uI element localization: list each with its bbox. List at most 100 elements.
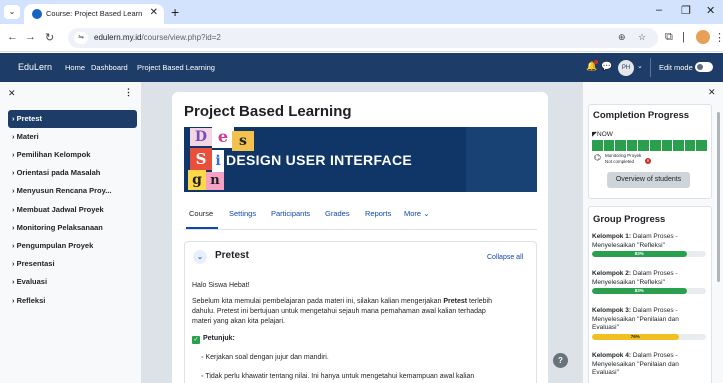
completion-cell[interactable] [649,140,661,151]
group-name: Kelompok 2: [592,270,632,277]
extensions-icon[interactable]: ⧉ [665,31,673,44]
messages-icon[interactable]: 💬 [601,61,612,72]
course-index-more-icon[interactable]: ⋮ [124,87,133,98]
group-progress-bar: 83% [592,251,706,257]
close-window-icon[interactable]: ✕ [706,4,715,17]
banner-torn-paper [466,127,537,192]
overview-of-students-button[interactable]: Overview of students [607,172,690,188]
completion-cell[interactable] [626,140,638,151]
completion-cell[interactable] [592,140,603,151]
url-input[interactable]: ⇋ edulern.my.id/course/view.php?id=2 ⊕ ☆ [68,28,658,48]
browser-tab[interactable]: Course: Project Based Learning ✕ [24,4,164,24]
new-tab-icon[interactable]: + [171,4,179,20]
intro-text-before: Sebelum kita memulai pembelajaran pada m… [192,298,444,305]
course-index-item[interactable]: › Refleksi [8,292,137,310]
zoom-icon[interactable]: ⊕ [618,32,626,43]
course-index-item-label: Monitoring Pelaksanaan [16,223,103,232]
collapse-section-chevron-icon[interactable]: ⌄ [193,250,207,264]
completion-cell[interactable] [603,140,615,151]
tab-search-chevron-icon[interactable]: ⌄ [4,5,20,19]
forward-icon[interactable]: → [25,31,36,43]
tab-settings[interactable]: Settings [229,209,256,218]
course-index-item[interactable]: › Membuat Jadwal Proyek [8,201,137,219]
browser-menu-icon[interactable]: ⋮ [714,31,723,44]
completion-cell[interactable] [638,140,649,151]
group-progress-title: Group Progress [593,214,666,225]
completion-cell[interactable] [696,140,707,151]
group-status-line1: Dalam Proses - [631,307,678,314]
tab-more[interactable]: More ⌄ [404,209,429,218]
group-status-line3: Evaluasi" [592,369,619,376]
group-progress-bar: 83% [592,288,706,294]
completion-cell[interactable] [615,140,626,151]
course-index-item[interactable]: › Monitoring Pelaksanaan [8,219,137,237]
back-icon[interactable]: ← [7,31,18,43]
address-bar: ← → ↻ ⇋ edulern.my.id/course/view.php?id… [0,24,723,52]
close-tab-icon[interactable]: ✕ [150,7,158,18]
completion-cell[interactable] [661,140,673,151]
completion-cells [592,140,707,151]
tab-course[interactable]: Course [189,209,213,218]
tab-more-label: More [404,209,422,218]
bookmark-star-icon[interactable]: ☆ [638,32,646,43]
nav-dashboard[interactable]: Dashboard [91,63,128,72]
site-navbar: EduLern Home Dashboard Project Based Lea… [0,53,723,82]
completion-cell[interactable] [673,140,684,151]
not-completed-icon: ✕ [645,158,651,164]
nav-home[interactable]: Home [65,63,85,72]
nav-course[interactable]: Project Based Learning [137,63,215,72]
browser-tab-bar: ⌄ Course: Project Based Learning ✕ + – ❐… [0,0,723,24]
profile-avatar-icon[interactable] [696,30,710,44]
course-index-item[interactable]: › Materi [8,128,137,146]
course-index-item[interactable]: › Pemilihan Kelompok [8,146,137,164]
group-status-text: Kelompok 2: Dalam Proses - Menyelesaikan … [592,270,706,287]
tab-grades[interactable]: Grades [325,209,350,218]
checkmark-icon: ✓ [192,336,200,344]
group-status-line3: Evaluasi" [592,324,619,331]
tab-reports[interactable]: Reports [365,209,391,218]
minimize-icon[interactable]: – [656,4,662,16]
url-host: edulern.my.id [94,33,142,42]
site-info-icon[interactable]: ⇋ [74,32,88,44]
course-index-item-label: Pengumpulan Proyek [16,241,94,250]
intro-text-after: terlebih [467,298,492,305]
banner-letter-s-top: s [232,131,254,151]
user-menu-chevron-icon[interactable]: ⌄ [637,62,643,70]
reload-icon[interactable]: ↻ [45,31,54,44]
close-course-index-icon[interactable]: ✕ [8,88,16,99]
group-status-line1: Dalam Proses - [631,352,678,359]
help-button[interactable]: ? [553,353,568,368]
navbar-divider [650,58,651,77]
close-block-drawer-icon[interactable]: ✕ [708,87,716,98]
user-avatar[interactable]: PH [618,60,634,76]
restore-icon[interactable]: ❐ [681,4,691,17]
course-index-item[interactable]: › Menyusun Rencana Proy... [8,182,137,200]
toggle-knob [697,64,703,70]
section-title: Pretest [215,250,249,261]
browser-tab-title: Course: Project Based Learning [46,9,142,18]
edit-mode-toggle[interactable] [695,62,713,72]
list-item-text: Tidak perlu khawatir tentang nilai. Ini … [205,373,475,380]
site-brand[interactable]: EduLern [18,62,52,72]
section-intro-line2: dahulu. Pretest ini bertujuan untuk meng… [192,308,486,315]
group-progress-fill: 76% [592,333,679,340]
petunjuk-heading: Petunjuk: [203,335,235,342]
group-status-line1: Dalam Proses - [631,270,678,277]
tab-more-chevron-icon: ⌄ [423,209,430,218]
section-intro-line3: materi yang akan kita pelajari. [192,318,285,325]
edit-mode-label: Edit mode [659,63,693,72]
course-index-item[interactable]: › Evaluasi [8,273,137,291]
course-index-item[interactable]: › Pretest [8,110,137,128]
collapse-all-link[interactable]: Collapse all [487,254,523,261]
completion-item-status: Not completed [605,159,635,164]
course-index-item[interactable]: › Pengumpulan Proyek [8,237,137,255]
course-index-item[interactable]: › Orientasi pada Masalah [8,164,137,182]
group-progress-bar: 76% [592,333,706,340]
block-drawer-scrollbar[interactable] [717,112,720,282]
section-intro-line1: Sebelum kita memulai pembelajaran pada m… [192,297,492,307]
completion-item-label: Monitoring Proyek [605,153,642,158]
group-status-line1: Dalam Proses - [631,233,678,240]
tab-participants[interactable]: Participants [271,209,310,218]
completion-cell[interactable] [684,140,696,151]
course-index-item[interactable]: › Presentasi [8,255,137,273]
